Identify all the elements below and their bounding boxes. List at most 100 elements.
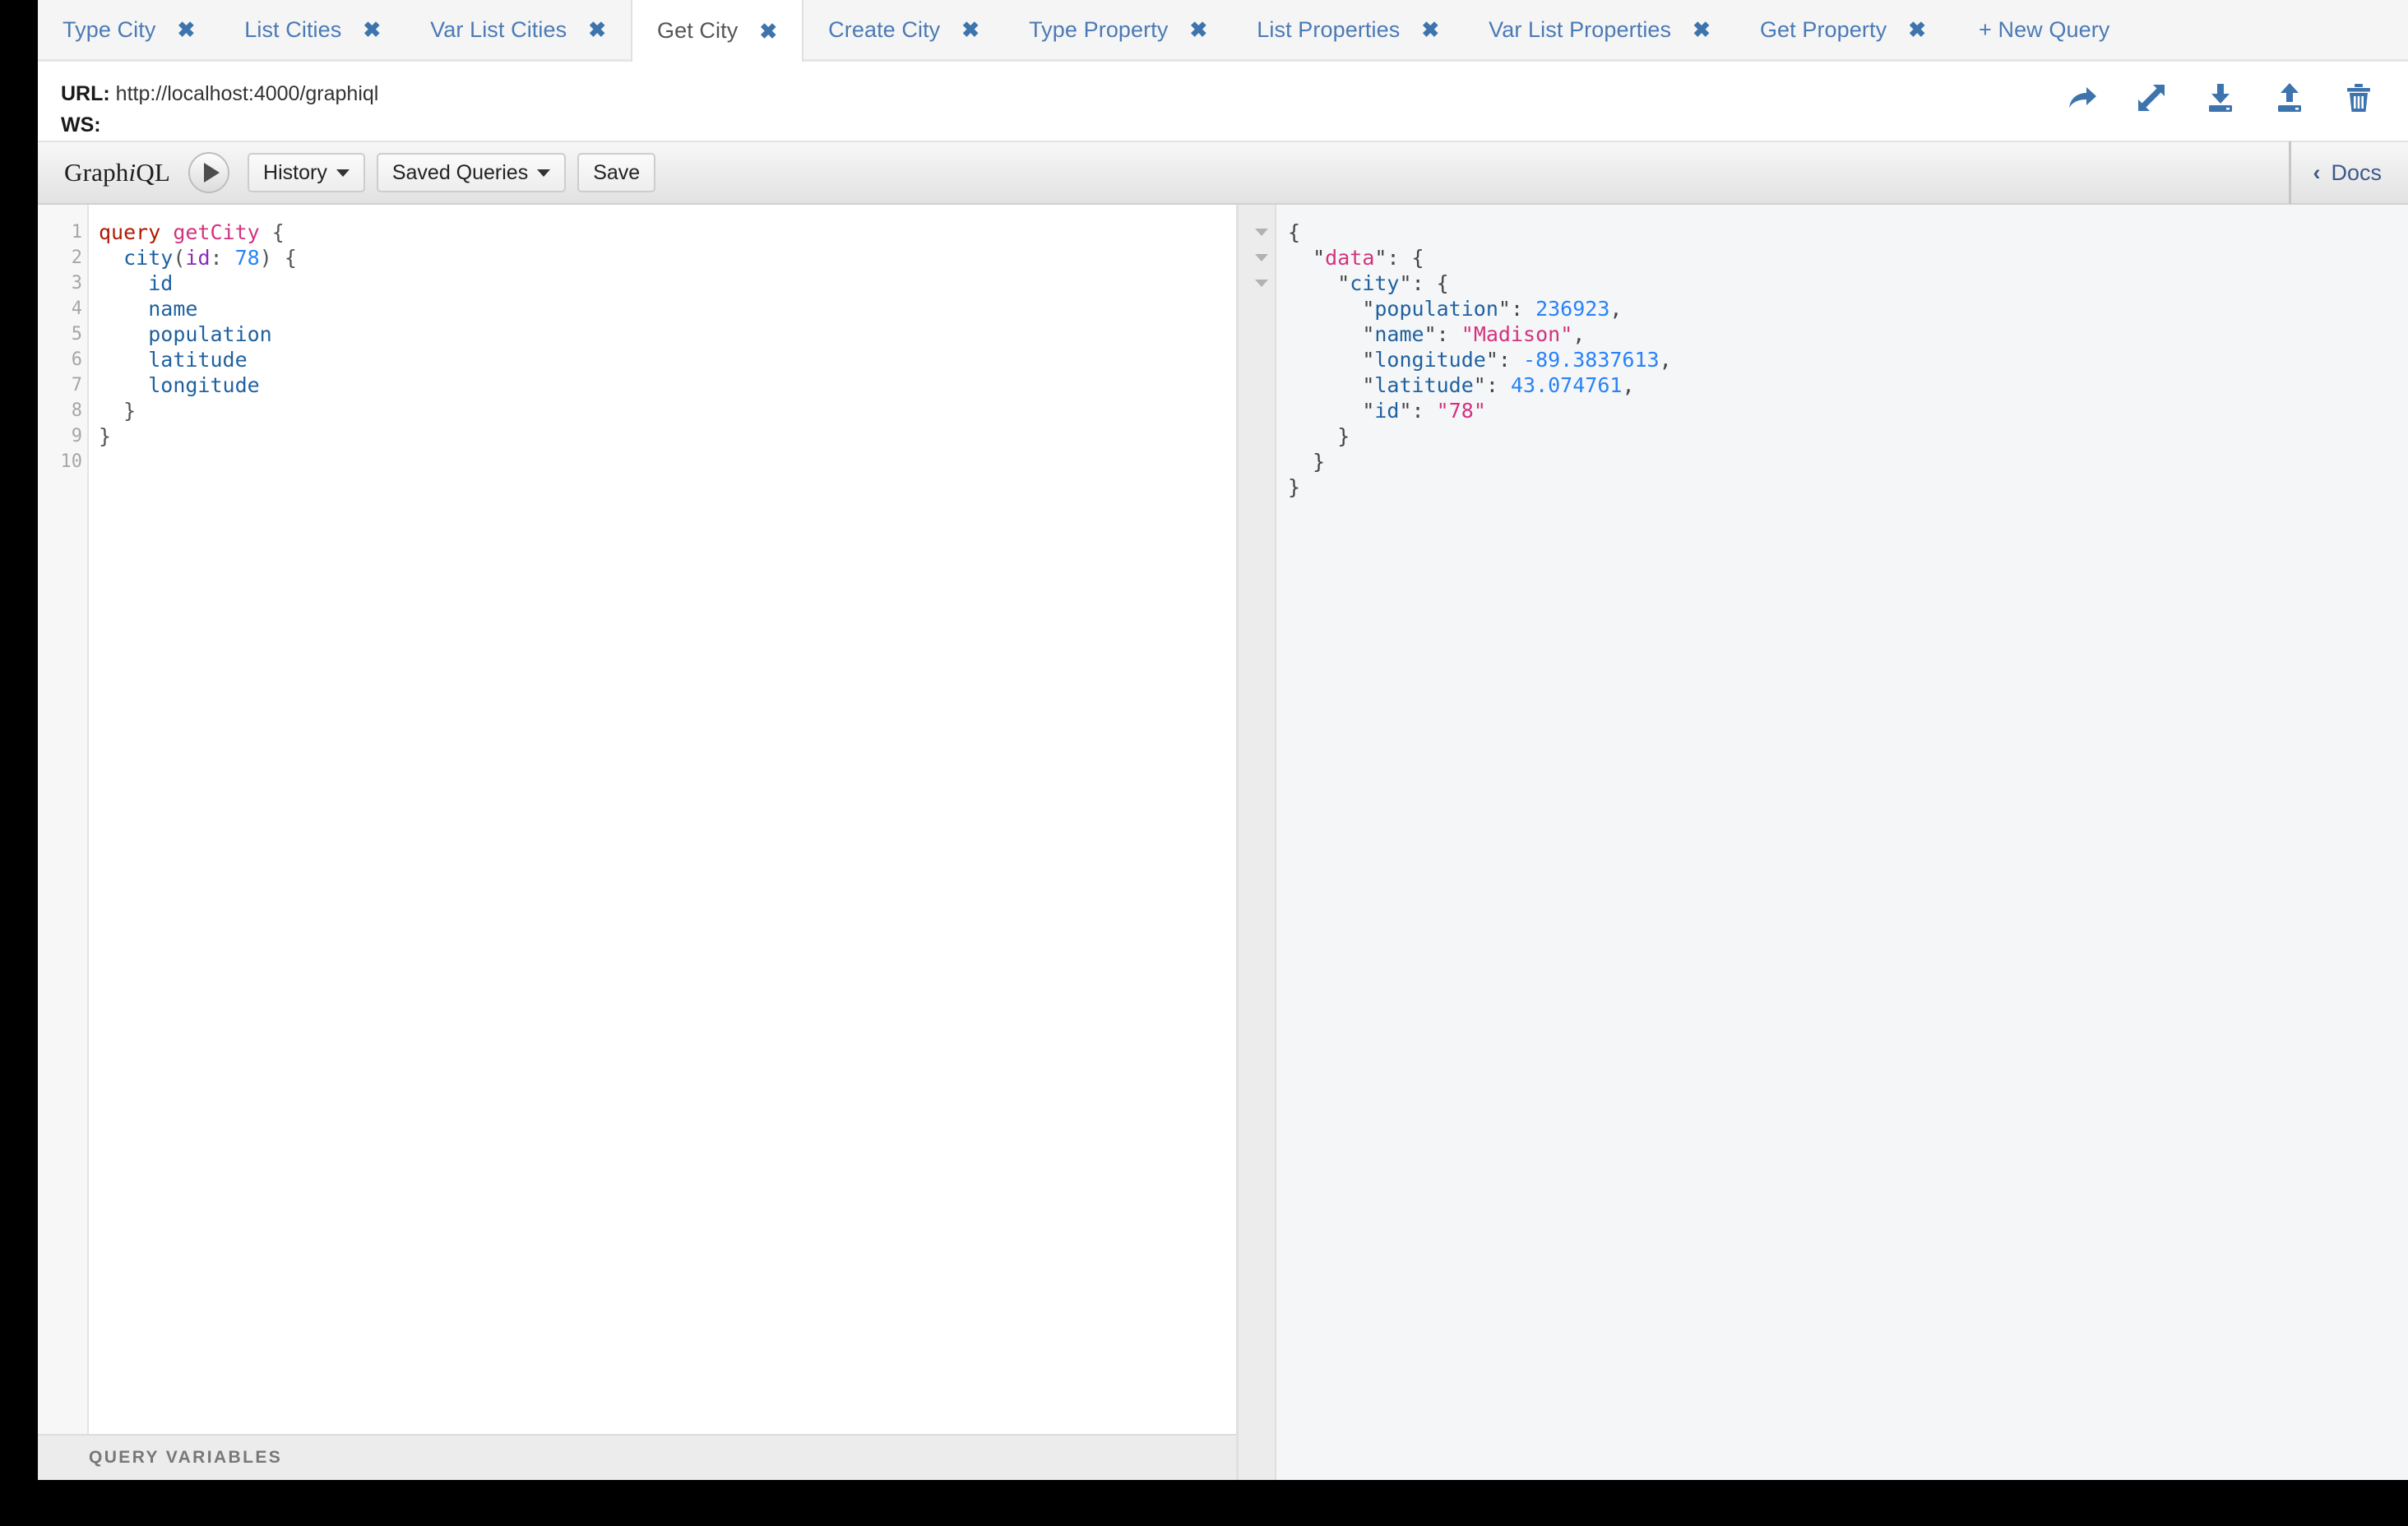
- colon: :: [1510, 297, 1536, 321]
- ws-row: WS:: [61, 111, 378, 139]
- quote: ": [1399, 271, 1412, 295]
- tab-create-city[interactable]: Create City ✖: [803, 0, 1004, 59]
- paren-close: ): [259, 246, 272, 270]
- result-field-value: 236923: [1535, 297, 1610, 321]
- result-field-value: 43.074761: [1510, 373, 1623, 397]
- result-field-key: longitude: [1374, 348, 1486, 372]
- close-icon[interactable]: ✖: [1421, 19, 1439, 40]
- query-editor[interactable]: 1 2 3 4 5 6 7 8 9 10 query getCity { cit…: [38, 205, 1236, 1434]
- quote: ": [1424, 322, 1437, 346]
- result-json: { "data": { "city": { "population": 2369…: [1276, 205, 2408, 1480]
- query-code[interactable]: query getCity { city(id: 78) { id name p…: [89, 205, 1236, 1434]
- line-number: 1: [71, 222, 82, 243]
- comma: ,: [1572, 322, 1586, 346]
- selection-field: id: [148, 271, 174, 295]
- logo-i: i: [128, 158, 137, 187]
- close-icon[interactable]: ✖: [1189, 19, 1207, 40]
- selection-field: name: [148, 297, 198, 321]
- line-number: 8: [71, 400, 82, 421]
- chevron-left-icon: ‹: [2313, 160, 2321, 185]
- brace-close: }: [1313, 450, 1326, 474]
- tab-label: Type Property: [1029, 16, 1169, 42]
- close-icon[interactable]: ✖: [588, 19, 606, 40]
- quote: ": [1362, 399, 1375, 423]
- comma: ,: [1609, 297, 1623, 321]
- quote: ": [1498, 297, 1511, 321]
- docs-button[interactable]: ‹ Docs: [2289, 141, 2408, 204]
- close-icon[interactable]: ✖: [961, 19, 979, 40]
- query-keyword: query: [99, 220, 161, 244]
- line-number: 7: [71, 375, 82, 395]
- paren-open: (: [173, 246, 186, 270]
- brace-close: }: [1337, 424, 1350, 448]
- brace-close: }: [1288, 475, 1301, 499]
- line-number: 6: [71, 349, 82, 370]
- download-icon[interactable]: [2204, 81, 2237, 114]
- tab-label: Get Property: [1759, 16, 1887, 42]
- line-number: 9: [71, 426, 82, 446]
- brace-close: }: [99, 424, 112, 448]
- share-icon[interactable]: [2066, 81, 2099, 114]
- result-field-key: name: [1374, 322, 1424, 346]
- close-icon[interactable]: ✖: [1908, 19, 1926, 40]
- line-number: 10: [60, 451, 83, 472]
- close-icon[interactable]: ✖: [177, 19, 195, 40]
- new-query-label: + New Query: [1979, 16, 2110, 42]
- line-number: 5: [71, 324, 82, 345]
- tab-get-city[interactable]: Get City ✖: [631, 0, 804, 62]
- query-gutter: 1 2 3 4 5 6 7 8 9 10: [38, 205, 89, 1434]
- line-number: 4: [71, 298, 82, 319]
- upload-icon[interactable]: [2273, 81, 2306, 114]
- save-button[interactable]: Save: [577, 153, 656, 192]
- tab-type-property[interactable]: Type Property ✖: [1004, 0, 1232, 59]
- result-city-key: city: [1350, 271, 1400, 295]
- selection-field: population: [148, 322, 272, 346]
- tab-var-list-cities[interactable]: Var List Cities ✖: [405, 0, 631, 59]
- query-pane: 1 2 3 4 5 6 7 8 9 10 query getCity { cit…: [38, 205, 1239, 1480]
- brace-close: }: [123, 399, 137, 423]
- result-data-key: data: [1325, 246, 1375, 270]
- new-query-button[interactable]: + New Query: [1951, 0, 2134, 59]
- query-variables-label: QUERY VARIABLES: [89, 1448, 283, 1467]
- fold-icon[interactable]: [1255, 280, 1268, 287]
- quote: ": [1362, 348, 1375, 372]
- chevron-down-icon: [537, 169, 551, 177]
- result-field-key: population: [1374, 297, 1498, 321]
- quote: ": [1436, 399, 1449, 423]
- play-icon: [203, 163, 220, 183]
- quote: ": [1485, 348, 1498, 372]
- fold-icon[interactable]: [1255, 229, 1268, 236]
- tab-get-property[interactable]: Get Property ✖: [1735, 0, 1951, 59]
- line-number: 2: [71, 247, 82, 268]
- url-input[interactable]: http://localhost:4000/graphiql: [116, 82, 379, 105]
- quote: ": [1461, 322, 1474, 346]
- quote: ": [1399, 399, 1412, 423]
- colon: :: [1436, 322, 1461, 346]
- tab-list-properties[interactable]: List Properties ✖: [1232, 0, 1464, 59]
- fold-icon[interactable]: [1255, 254, 1268, 261]
- endpoint-bar: URL: http://localhost:4000/graphiql WS:: [38, 62, 2408, 142]
- close-icon[interactable]: ✖: [759, 21, 777, 42]
- query-variables-bar[interactable]: QUERY VARIABLES: [38, 1434, 1236, 1480]
- result-field-value: 78: [1448, 399, 1474, 423]
- quote: ": [1374, 246, 1387, 270]
- expand-icon[interactable]: [2135, 81, 2168, 114]
- docs-label: Docs: [2331, 160, 2382, 185]
- endpoint-fields: URL: http://localhost:4000/graphiql WS:: [61, 80, 378, 139]
- execute-query-button[interactable]: [188, 152, 230, 193]
- trash-icon[interactable]: [2342, 81, 2375, 114]
- comma: ,: [1622, 373, 1635, 397]
- close-icon[interactable]: ✖: [363, 19, 381, 40]
- close-icon[interactable]: ✖: [1693, 19, 1711, 40]
- argument-name: id: [185, 246, 211, 270]
- tab-var-list-properties[interactable]: Var List Properties ✖: [1464, 0, 1735, 59]
- tab-list-cities[interactable]: List Cities ✖: [220, 0, 405, 59]
- result-field-key: latitude: [1374, 373, 1474, 397]
- selection-field: longitude: [148, 373, 260, 397]
- quote: ": [1473, 399, 1486, 423]
- tab-type-city[interactable]: Type City ✖: [38, 0, 220, 59]
- endpoint-actions: [2066, 80, 2385, 114]
- selection-field: latitude: [148, 348, 248, 372]
- saved-queries-button[interactable]: Saved Queries: [376, 153, 567, 192]
- history-button[interactable]: History: [248, 153, 365, 192]
